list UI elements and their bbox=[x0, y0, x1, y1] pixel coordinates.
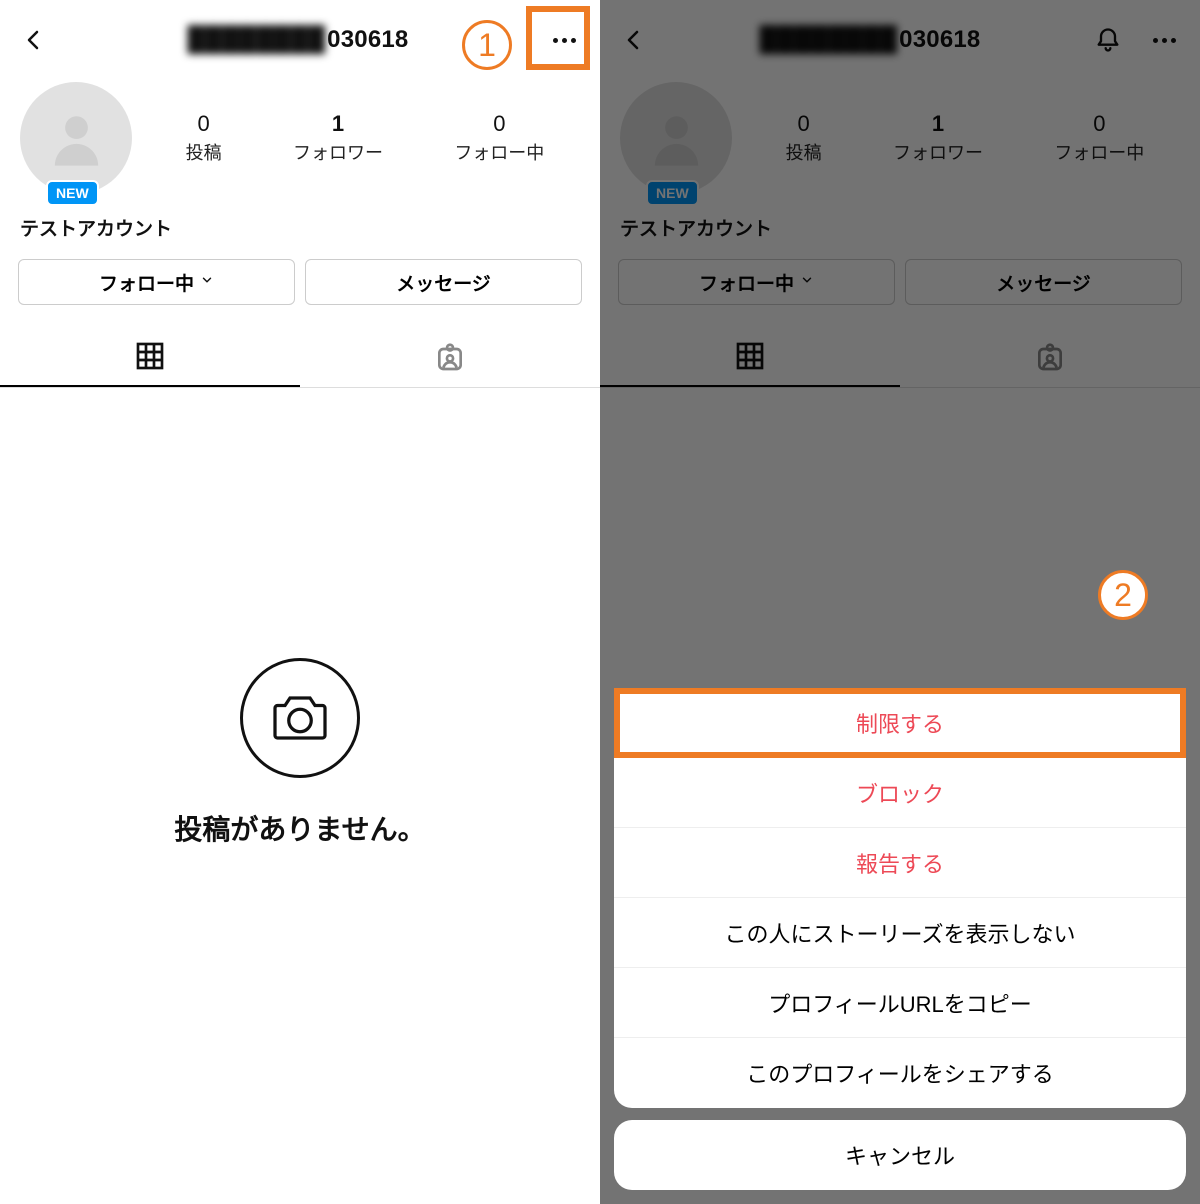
profile-info-row: NEW 0 投稿 1 フォロワー 0 フォロー中 bbox=[600, 80, 1200, 194]
bell-icon bbox=[1094, 26, 1122, 54]
person-icon bbox=[44, 106, 109, 171]
menu-restrict[interactable]: 制限する bbox=[614, 688, 1186, 758]
message-button[interactable]: メッセージ bbox=[305, 259, 582, 305]
posts-stat[interactable]: 0 投稿 bbox=[186, 111, 222, 165]
posts-stat[interactable]: 0 投稿 bbox=[786, 111, 822, 165]
more-options-button[interactable] bbox=[542, 18, 586, 62]
header: ████████030618 bbox=[600, 0, 1200, 80]
menu-block[interactable]: ブロック bbox=[614, 758, 1186, 828]
profile-info-row: NEW 0 投稿 1 フォロワー 0 フォロー中 bbox=[0, 80, 600, 194]
menu-hide-stories[interactable]: この人にストーリーズを表示しない bbox=[614, 898, 1186, 968]
back-button[interactable] bbox=[14, 20, 54, 60]
menu-copy-url[interactable]: プロフィールURLをコピー bbox=[614, 968, 1186, 1038]
tagged-icon bbox=[434, 341, 466, 373]
profile-tabs bbox=[600, 327, 1200, 388]
following-stat[interactable]: 0 フォロー中 bbox=[1054, 111, 1144, 165]
tab-grid[interactable] bbox=[0, 327, 300, 387]
grid-icon bbox=[134, 340, 166, 372]
step-badge-2: 2 bbox=[1098, 570, 1148, 620]
tagged-icon bbox=[1034, 341, 1066, 373]
more-options-button[interactable] bbox=[1142, 18, 1186, 62]
screen-profile: ████████030618 1 NEW 0 投稿 bbox=[0, 0, 600, 1204]
chevron-left-icon bbox=[622, 28, 646, 52]
followers-stat[interactable]: 1 フォロワー bbox=[893, 111, 983, 165]
menu-share-profile[interactable]: このプロフィールをシェアする bbox=[614, 1038, 1186, 1108]
tab-tagged[interactable] bbox=[300, 327, 600, 387]
action-sheet-wrapper: 制限する ブロック 報告する この人にストーリーズを表示しない プロフィールUR… bbox=[614, 688, 1186, 1190]
following-button[interactable]: フォロー中 bbox=[618, 259, 895, 305]
tab-tagged[interactable] bbox=[900, 327, 1200, 387]
back-button[interactable] bbox=[614, 20, 654, 60]
camera-circle-icon bbox=[240, 658, 360, 778]
following-stat[interactable]: 0 フォロー中 bbox=[454, 111, 544, 165]
screen-profile-menu: ████████030618 NEW 0 投稿 bbox=[600, 0, 1200, 1204]
chevron-left-icon bbox=[22, 28, 46, 52]
avatar[interactable] bbox=[620, 82, 732, 194]
camera-icon bbox=[270, 692, 330, 744]
avatar[interactable] bbox=[20, 82, 132, 194]
chevron-down-icon bbox=[200, 273, 214, 287]
username-text: ████████030618 bbox=[662, 26, 1078, 54]
notification-button[interactable] bbox=[1086, 18, 1130, 62]
action-sheet: 制限する ブロック 報告する この人にストーリーズを表示しない プロフィールUR… bbox=[614, 688, 1186, 1108]
followers-stat[interactable]: 1 フォロワー bbox=[293, 111, 383, 165]
menu-report[interactable]: 報告する bbox=[614, 828, 1186, 898]
new-badge: NEW bbox=[646, 180, 699, 206]
tab-grid[interactable] bbox=[600, 327, 900, 387]
chevron-down-icon bbox=[800, 273, 814, 287]
person-icon bbox=[644, 106, 709, 171]
new-badge: NEW bbox=[46, 180, 99, 206]
empty-text: 投稿がありません。 bbox=[174, 808, 425, 848]
grid-icon bbox=[734, 340, 766, 372]
message-button[interactable]: メッセージ bbox=[905, 259, 1182, 305]
menu-cancel[interactable]: キャンセル bbox=[614, 1120, 1186, 1190]
empty-posts: 投稿がありません。 bbox=[0, 658, 600, 848]
step-badge-1: 1 bbox=[462, 20, 512, 70]
following-button[interactable]: フォロー中 bbox=[18, 259, 295, 305]
profile-tabs bbox=[0, 327, 600, 388]
